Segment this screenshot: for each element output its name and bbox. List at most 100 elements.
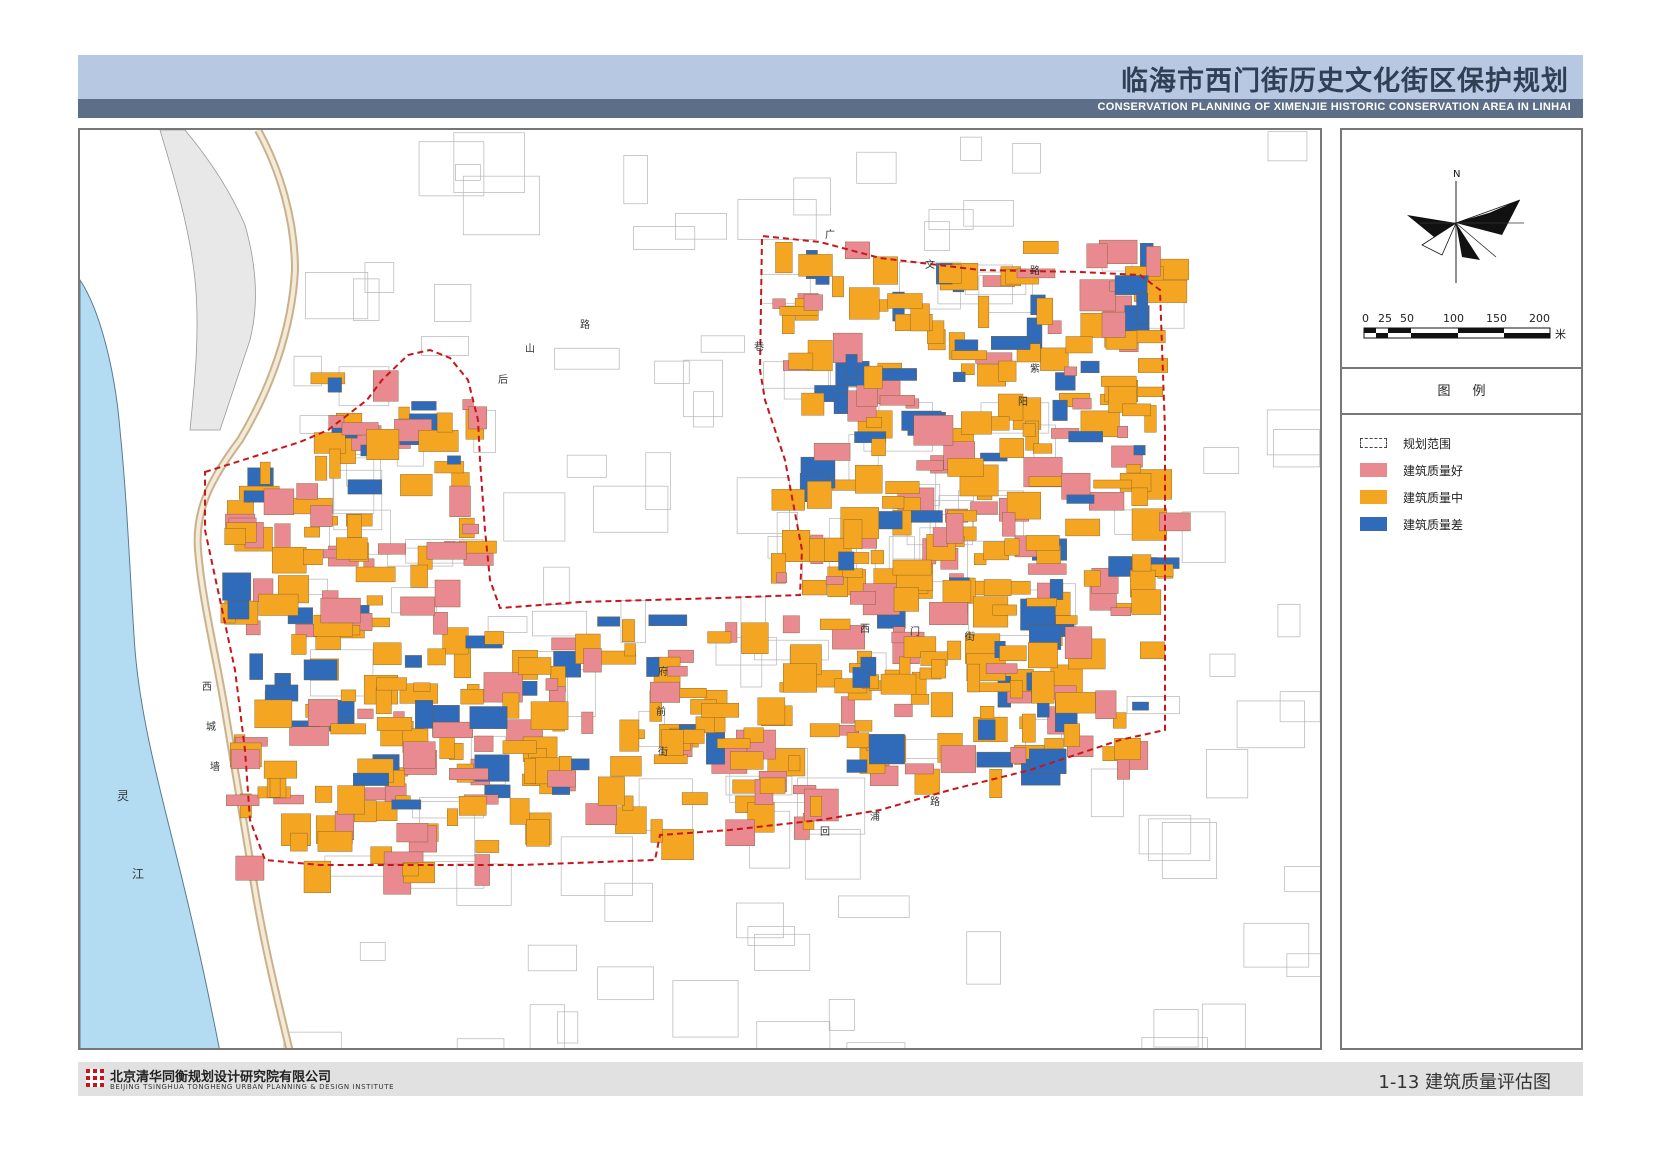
building-poor: [249, 653, 264, 680]
building-good: [803, 294, 823, 311]
building-quality-map: 灵江西城墙后山路广文路紫阳西门街府前街回浦路巷: [80, 130, 1320, 1048]
building-good: [845, 241, 870, 260]
building-medium: [798, 254, 833, 277]
building-good: [235, 855, 265, 881]
building-poor: [991, 335, 1031, 350]
building-good: [813, 443, 851, 461]
building-medium: [366, 595, 383, 606]
building-good: [1158, 512, 1191, 532]
building-medium: [317, 831, 353, 852]
building-medium: [1065, 336, 1093, 354]
building-medium: [855, 465, 883, 494]
building-medium: [1093, 479, 1132, 489]
building-medium: [436, 412, 453, 433]
building-medium: [885, 481, 920, 494]
building-medium: [887, 293, 923, 309]
building-medium: [701, 703, 739, 718]
building-poor: [1049, 579, 1064, 600]
north-arrow-icon: N: [1407, 169, 1524, 283]
building-medium: [931, 659, 946, 679]
building-medium: [788, 755, 801, 772]
building-medium: [871, 438, 886, 456]
building-good: [320, 597, 361, 624]
street-label: 后: [498, 374, 508, 386]
building-medium: [846, 732, 870, 748]
map-panel[interactable]: 灵江西城墙后山路广文路紫阳西门街府前街回浦路巷: [78, 128, 1322, 1050]
building-medium: [1044, 738, 1064, 751]
building-poor: [852, 667, 871, 688]
building-medium: [999, 645, 1027, 661]
building-medium: [439, 735, 455, 759]
building-medium: [610, 756, 642, 777]
building-medium: [559, 756, 572, 773]
building-poor: [447, 455, 461, 465]
building-medium: [930, 692, 953, 718]
building-good: [432, 721, 473, 738]
building-medium: [410, 564, 428, 588]
building-medium: [530, 701, 569, 731]
building-medium: [227, 500, 254, 515]
building-medium: [291, 634, 307, 655]
building-poor: [838, 551, 855, 571]
street-label: 广: [825, 229, 835, 241]
building-medium: [526, 819, 550, 847]
building-good: [932, 527, 949, 547]
building-good: [263, 488, 295, 515]
legend-label: 规划范围: [1403, 436, 1452, 451]
building-medium: [347, 514, 362, 538]
building-good: [462, 523, 480, 535]
street-label: 回: [820, 826, 830, 838]
building-medium: [771, 489, 805, 511]
building-good: [850, 591, 876, 605]
building-poor: [879, 368, 917, 381]
building-medium: [1063, 723, 1081, 747]
building-good: [581, 711, 594, 734]
building-good: [400, 596, 435, 616]
building-medium: [880, 673, 917, 695]
building-medium: [624, 643, 636, 657]
building-medium: [707, 631, 732, 644]
building-medium: [447, 808, 458, 827]
building-good: [434, 579, 461, 608]
building-medium: [807, 481, 832, 509]
building-medium: [1028, 642, 1058, 669]
legend-label: 建筑质量好: [1403, 463, 1464, 478]
building-medium: [873, 256, 898, 285]
building-poor: [391, 799, 422, 810]
building-poor: [411, 401, 437, 411]
building-medium: [1131, 589, 1162, 615]
building-medium: [910, 694, 930, 705]
footer: 北京清华同衡规划设计研究院有限公司 BEIJING TSINGHUA TONGH…: [78, 1062, 1583, 1096]
building-good: [378, 543, 406, 555]
building-medium: [820, 618, 851, 630]
building-medium: [775, 241, 793, 274]
scale-tick: 100: [1443, 312, 1464, 325]
building-good: [1028, 563, 1067, 575]
building-poor: [846, 759, 868, 773]
building-medium: [518, 657, 552, 675]
building-medium: [1022, 713, 1036, 743]
building-medium: [400, 474, 433, 497]
legend-panel: N 0 25 50 100 150 200 米 图例 规划范围 建筑质量好 建筑…: [1340, 128, 1583, 1050]
building-good: [841, 696, 855, 724]
building-medium: [967, 663, 981, 693]
building-poor: [303, 659, 338, 681]
building-poor: [1136, 292, 1149, 325]
building-medium: [650, 819, 663, 843]
building-good: [1146, 246, 1161, 277]
building-good: [1086, 243, 1108, 269]
building-medium: [1131, 554, 1152, 572]
building-medium: [366, 429, 400, 460]
scale-bar: 0 25 50 100 150 200 米: [1362, 312, 1566, 341]
building-medium: [863, 365, 883, 389]
building-poor: [404, 655, 422, 668]
building-medium: [893, 587, 919, 612]
building-medium: [983, 579, 1012, 596]
building-medium: [1055, 692, 1096, 714]
building-medium: [801, 392, 825, 416]
building-poor: [222, 572, 252, 601]
building-medium: [1004, 538, 1020, 556]
building-poor: [1066, 494, 1095, 504]
building-medium: [998, 360, 1017, 382]
building-poor: [415, 700, 433, 729]
